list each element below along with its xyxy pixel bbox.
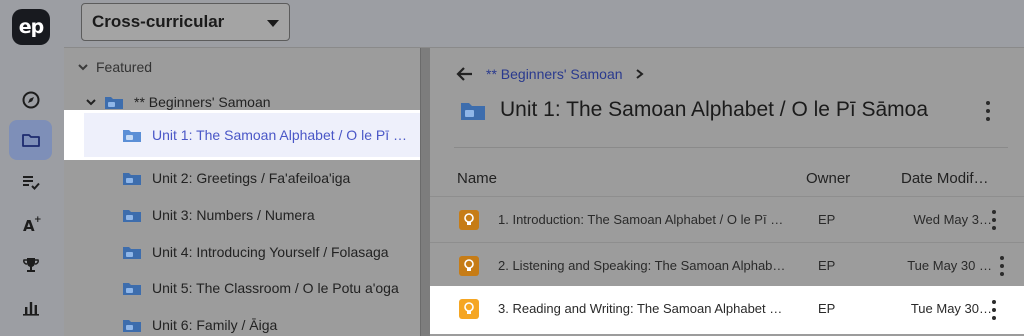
- tree-unit-2[interactable]: Unit 2: Greetings / Fa'afeiloa'iga: [64, 160, 420, 196]
- curriculum-dropdown[interactable]: Cross-curricular: [81, 3, 290, 41]
- tree-unit-label: Unit 1: The Samoan Alphabet / O le Pī …: [152, 127, 407, 143]
- curriculum-dropdown-value: Cross-curricular: [92, 12, 225, 31]
- row-date: Tue May 30…: [910, 301, 992, 316]
- tree-unit-4[interactable]: Unit 4: Introducing Yourself / Folasaga: [64, 234, 420, 270]
- nav-rail: ep A +: [0, 0, 64, 336]
- svg-text:+: +: [34, 215, 41, 225]
- tree-unit-5[interactable]: Unit 5: The Classroom / O le Potu a'oga: [64, 270, 420, 306]
- chevron-down-icon: [84, 95, 98, 109]
- tree-unit-label: Unit 5: The Classroom / O le Potu a'oga: [152, 280, 399, 296]
- row-name: 2. Listening and Speaking: The Samoan Al…: [498, 258, 786, 273]
- grade-icon: A +: [23, 215, 41, 234]
- row-name: 3. Reading and Writing: The Samoan Alpha…: [498, 301, 783, 316]
- featured-label: Featured: [96, 59, 153, 75]
- row-owner: EP: [818, 301, 836, 316]
- tree-unit-label: Unit 4: Introducing Yourself / Folasaga: [152, 244, 389, 260]
- row-owner: EP: [818, 258, 836, 273]
- row-date: Wed May 3…: [913, 212, 992, 227]
- title-more-menu[interactable]: [985, 101, 991, 121]
- unit-folder-icon: [123, 283, 141, 295]
- row-more-menu[interactable]: [999, 256, 1005, 276]
- ep-logo[interactable]: ep: [12, 9, 50, 45]
- table-row[interactable]: 1. Introduction: The Samoan Alphabet / O…: [430, 196, 1024, 242]
- row-name: 1. Introduction: The Samoan Alphabet / O…: [498, 212, 784, 227]
- table-header: Name Owner Date Modif…: [430, 160, 1024, 196]
- rail-content[interactable]: [9, 120, 52, 160]
- page-title-row: Unit 1: The Samoan Alphabet / O le Pī Sā…: [460, 98, 928, 122]
- top-bar: Cross-curricular: [64, 0, 1024, 48]
- breadcrumb-course-link[interactable]: ** Beginners' Samoan: [486, 66, 623, 82]
- col-owner-header[interactable]: Owner: [806, 170, 850, 187]
- tree-unit-6[interactable]: Unit 6: Family / Āiga: [64, 307, 420, 336]
- table-row[interactable]: 2. Listening and Speaking: The Samoan Al…: [430, 242, 1024, 288]
- course-label: ** Beginners' Samoan: [134, 94, 271, 110]
- tree-featured[interactable]: Featured: [64, 49, 420, 85]
- tree-unit-1[interactable]: Unit 1: The Samoan Alphabet / O le Pī …: [84, 113, 422, 157]
- unit-folder-icon: [123, 247, 141, 259]
- table-row[interactable]: 3. Reading and Writing: The Samoan Alpha…: [430, 286, 1024, 334]
- col-name-header[interactable]: Name: [457, 170, 497, 187]
- course-folder-icon: [105, 97, 123, 109]
- unit-folder-icon: [123, 320, 141, 332]
- rail-grades[interactable]: A +: [9, 204, 52, 244]
- breadcrumb: ** Beginners' Samoan: [456, 65, 645, 83]
- rail-tasks[interactable]: [9, 162, 52, 202]
- tree-selected-highlight: Unit 1: The Samoan Alphabet / O le Pī …: [64, 110, 422, 160]
- checklist-icon: [22, 176, 40, 190]
- lightbulb-icon: [459, 210, 479, 230]
- row-more-menu[interactable]: [991, 300, 997, 320]
- back-arrow-icon[interactable]: [456, 65, 474, 83]
- panel-splitter[interactable]: [420, 48, 430, 336]
- row-date: Tue May 30 …: [907, 258, 992, 273]
- row-more-menu[interactable]: [991, 210, 997, 230]
- trophy-icon: [22, 258, 39, 272]
- rail-achievements[interactable]: [9, 245, 52, 285]
- caret-down-icon: [267, 20, 279, 27]
- unit-folder-icon: [123, 173, 141, 185]
- col-date-header[interactable]: Date Modif…: [901, 170, 989, 187]
- tree-units-list: Unit 2: Greetings / Fa'afeiloa'iga Unit …: [64, 160, 420, 336]
- rail-discover[interactable]: [9, 80, 52, 120]
- bar-chart-icon: [22, 302, 39, 316]
- tree-unit-label: Unit 3: Numbers / Numera: [152, 207, 315, 223]
- unit-folder-icon: [123, 210, 141, 222]
- rail-reports[interactable]: [9, 288, 52, 328]
- compass-icon: [22, 91, 39, 109]
- unit-folder-icon: [461, 103, 485, 120]
- tree-unit-label: Unit 6: Family / Āiga: [152, 317, 278, 333]
- chevron-down-icon: [76, 60, 90, 74]
- main-panel: ** Beginners' Samoan Unit 1: The Samoan …: [430, 48, 1024, 336]
- divider: [454, 147, 1008, 148]
- page-title: Unit 1: The Samoan Alphabet / O le Pī Sā…: [500, 98, 929, 121]
- tree-unit-3[interactable]: Unit 3: Numbers / Numera: [64, 197, 420, 233]
- folder-icon: [21, 134, 40, 147]
- lightbulb-icon: [459, 256, 479, 276]
- tree-unit-label: Unit 2: Greetings / Fa'afeiloa'iga: [152, 170, 351, 186]
- chevron-right-icon: [635, 69, 644, 79]
- row-owner: EP: [818, 212, 836, 227]
- unit-folder-icon: [123, 130, 141, 142]
- lightbulb-icon: [459, 299, 479, 319]
